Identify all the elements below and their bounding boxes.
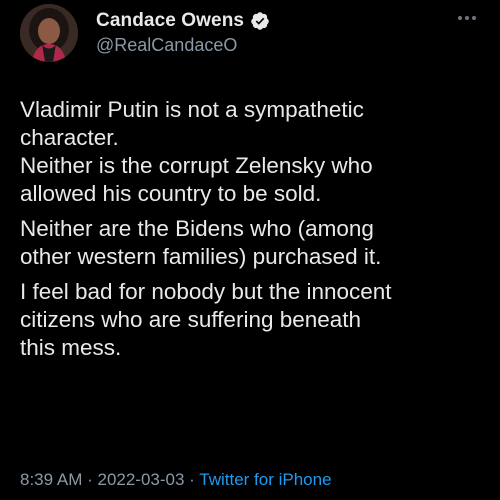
tweet-date[interactable]: 2022-03-03: [97, 470, 184, 489]
tweet-time[interactable]: 8:39 AM: [20, 470, 82, 489]
tweet-metadata: 8:39 AM · 2022-03-03 · Twitter for iPhon…: [20, 470, 332, 490]
tweet-paragraph-2: Neither is the corrupt Zelensky who allo…: [20, 153, 373, 206]
tweet-header: Candace Owens @RealCandaceO: [20, 2, 480, 70]
tweet-paragraph-3: Neither are the Bidens who (among other …: [20, 216, 382, 269]
tweet-paragraph-4: I feel bad for nobody but the innocent c…: [20, 279, 392, 360]
avatar-image: [20, 4, 78, 62]
verified-badge-icon: [250, 11, 270, 31]
avatar[interactable]: [20, 4, 78, 62]
tweet-card: Candace Owens @RealCandaceO Vladimir Put…: [0, 0, 500, 500]
meta-separator: ·: [184, 470, 200, 489]
meta-separator: ·: [82, 470, 98, 489]
name-row: Candace Owens: [96, 10, 270, 32]
user-handle[interactable]: @RealCandaceO: [96, 35, 237, 56]
tweet-source-link[interactable]: Twitter for iPhone: [199, 470, 331, 489]
tweet-text: Vladimir Putin is not a sympathetic char…: [20, 96, 488, 362]
more-horizontal-icon[interactable]: [454, 8, 480, 28]
tweet-paragraph-1: Vladimir Putin is not a sympathetic char…: [20, 97, 364, 150]
display-name[interactable]: Candace Owens: [96, 10, 244, 32]
